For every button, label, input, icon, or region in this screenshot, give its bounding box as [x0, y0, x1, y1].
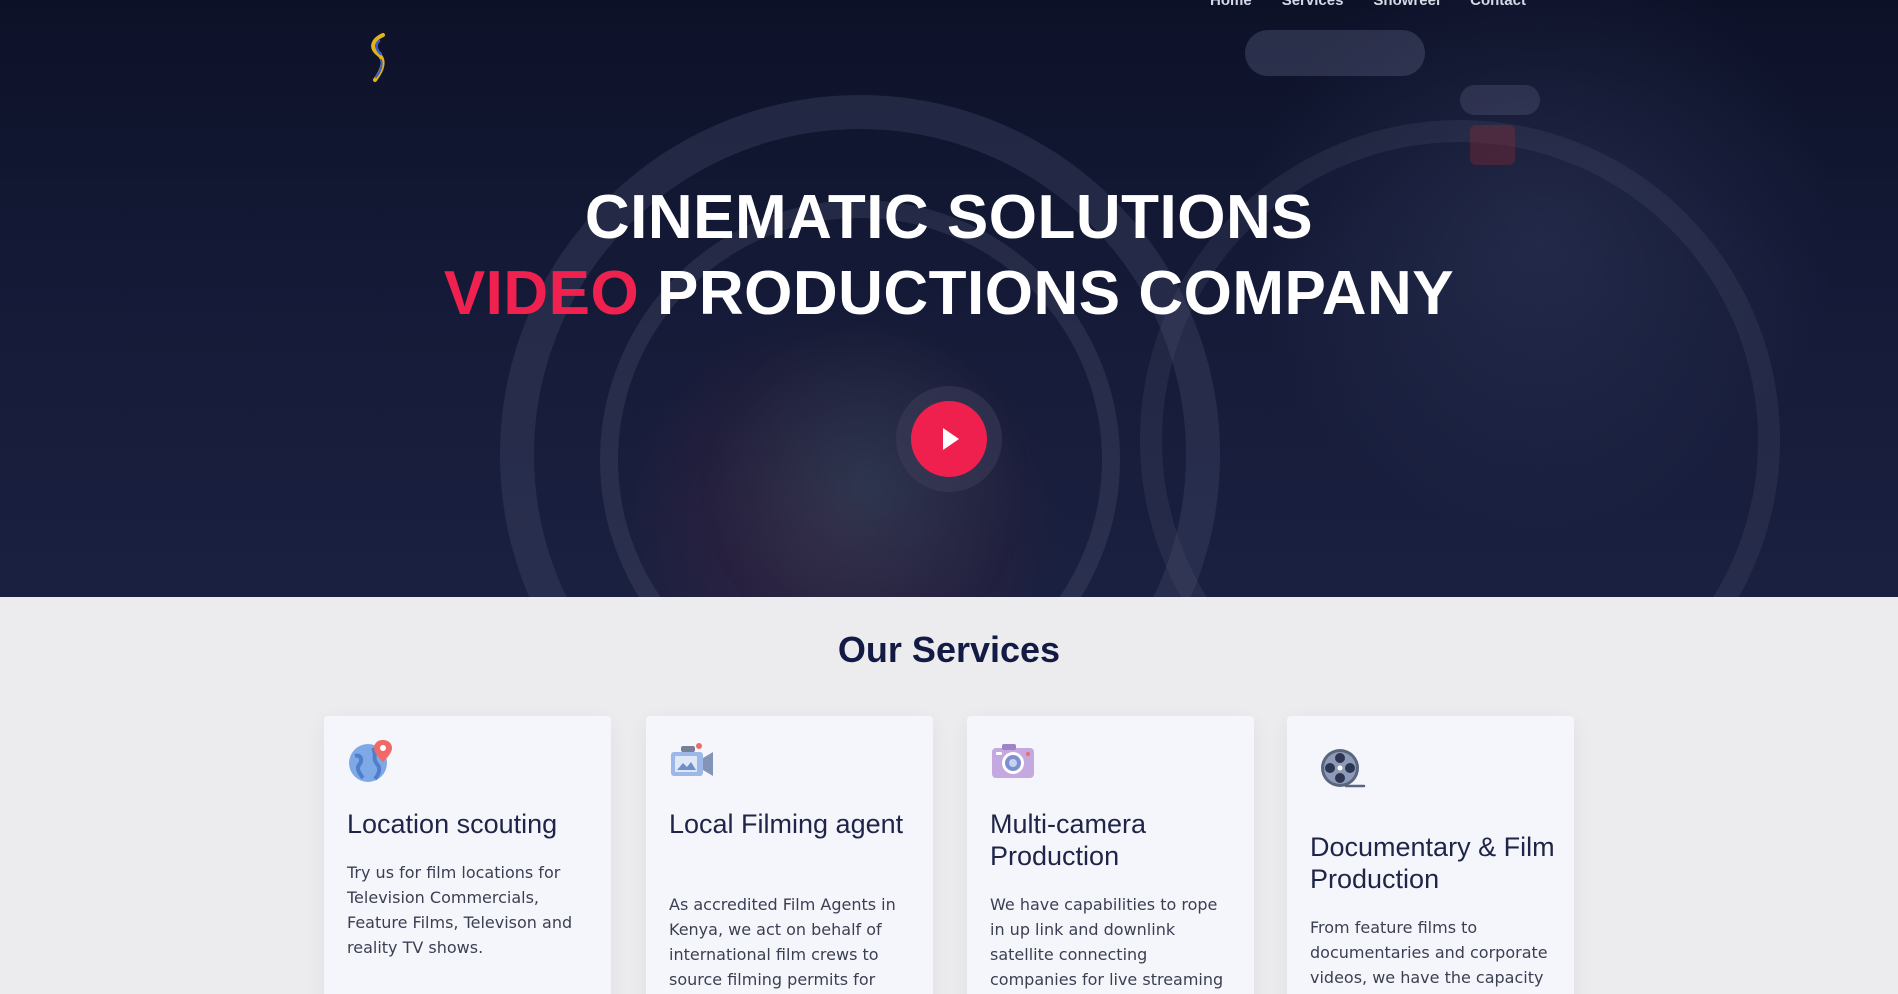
nav-item-services[interactable]: Services — [1282, 0, 1344, 9]
service-card-text: As accredited Film Agents in Kenya, we a… — [669, 895, 896, 989]
camera-blur-decoration — [1470, 125, 1515, 165]
play-button-halo — [896, 386, 1002, 492]
hero-title-accent: VIDEO — [443, 259, 640, 328]
camera-blur-decoration — [1460, 85, 1540, 115]
play-button[interactable] — [911, 401, 987, 477]
service-card-documentary-film-production[interactable]: Documentary & Film Production From featu… — [1287, 716, 1574, 994]
hero-title: CINEMATIC SOLUTIONS VIDEO PRODUCTIONS CO… — [0, 180, 1898, 332]
service-card-title: Location scouting — [347, 809, 558, 839]
service-card-location-scouting[interactable]: Location scouting Try us for film locati… — [324, 716, 611, 994]
globe-pin-icon — [347, 738, 393, 784]
service-card-title: Multi-camera Production — [990, 809, 1147, 871]
nav-item-home[interactable]: Home — [1210, 0, 1252, 9]
camera-blur-decoration — [1245, 30, 1425, 76]
services-section: Our Services Location scouting Try us fo… — [0, 597, 1898, 994]
service-card-multi-camera-production[interactable]: Multi-camera Production We have capabili… — [967, 716, 1254, 994]
film-reel-icon — [1320, 748, 1366, 794]
service-card-title: Documentary & Film Production — [1310, 832, 1555, 894]
service-card-title: Local Filming agent — [669, 809, 904, 839]
video-camera-icon — [669, 738, 715, 784]
service-card-text: We have capabilities to rope in up link … — [990, 895, 1224, 989]
service-card-local-filming-agent[interactable]: Local Filming agent As accredited Film A… — [646, 716, 933, 994]
nav-item-showreel[interactable]: Showreel — [1373, 0, 1440, 9]
service-card-text: Try us for film locations for Television… — [347, 863, 573, 957]
service-card-text: From feature films to documentaries and … — [1310, 918, 1548, 994]
hero-title-line1: CINEMATIC SOLUTIONS — [584, 183, 1314, 252]
main-nav: Home Services Showreel Contact — [1210, 0, 1526, 9]
hero-section: Home Services Showreel Contact CINEMATIC… — [0, 0, 1898, 597]
hero-title-line2: PRODUCTIONS COMPANY — [639, 259, 1455, 328]
logo-s-icon[interactable] — [366, 32, 392, 84]
photo-camera-icon — [990, 738, 1036, 784]
services-title: Our Services — [837, 629, 1061, 670]
nav-item-contact[interactable]: Contact — [1470, 0, 1526, 9]
